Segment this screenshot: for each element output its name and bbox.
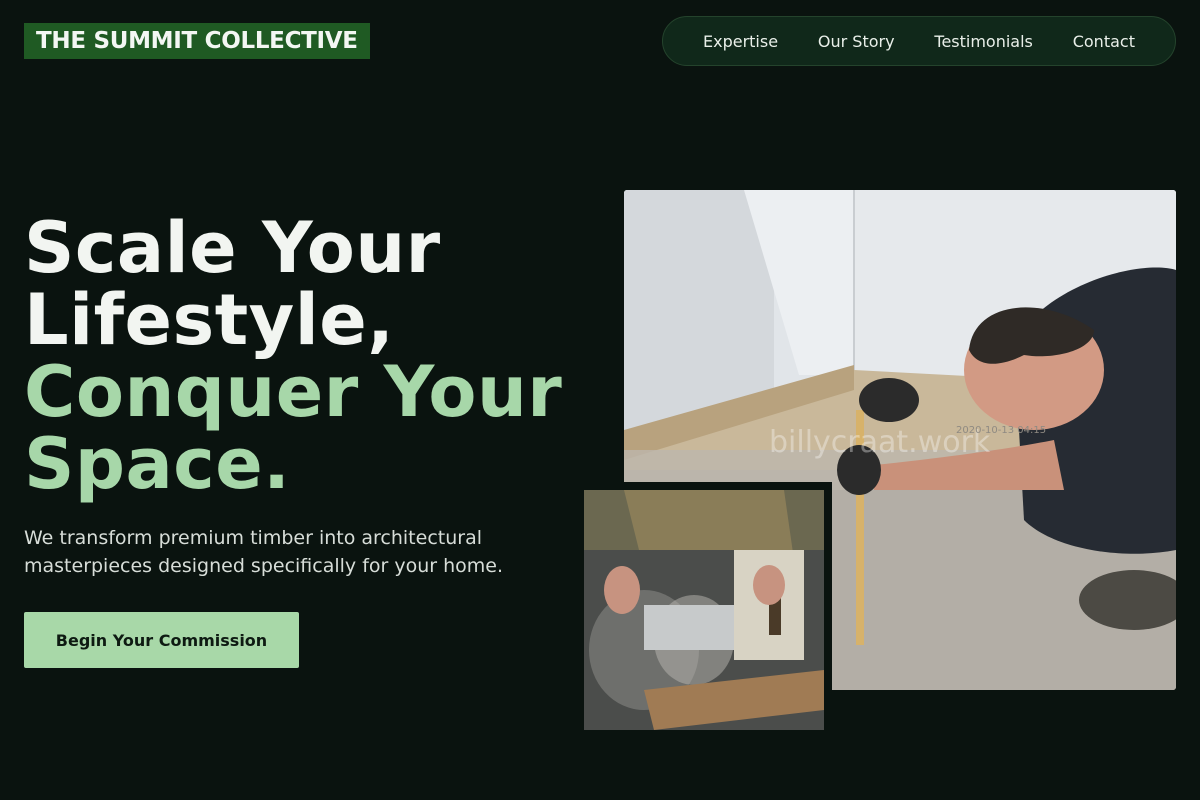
hero-subtitle: We transform premium timber into archite…: [24, 527, 504, 577]
photo-timestamp: 2020-10-13 04:15: [956, 425, 1046, 436]
hero-title-line-2: Lifestyle,: [24, 279, 395, 361]
hero-photo-cutting: [584, 490, 824, 730]
hero-title-accent-line-2: Space.: [24, 423, 291, 505]
nav-item-our-story[interactable]: Our Story: [818, 32, 895, 51]
hero-title-line-1: Scale Your: [24, 207, 441, 289]
hero-title: Scale Your Lifestyle, Conquer Your Space…: [24, 212, 562, 500]
brand-logo[interactable]: THE SUMMIT COLLECTIVE: [24, 23, 370, 59]
nav-item-contact[interactable]: Contact: [1073, 32, 1135, 51]
nav-item-testimonials[interactable]: Testimonials: [934, 32, 1033, 51]
hero-title-accent-line-1: Conquer Your: [24, 351, 563, 433]
begin-commission-button[interactable]: Begin Your Commission: [24, 612, 299, 668]
nav-item-expertise[interactable]: Expertise: [703, 32, 778, 51]
hero-photo-cutting-illustration: [584, 490, 824, 730]
main-nav: Expertise Our Story Testimonials Contact: [662, 16, 1176, 66]
